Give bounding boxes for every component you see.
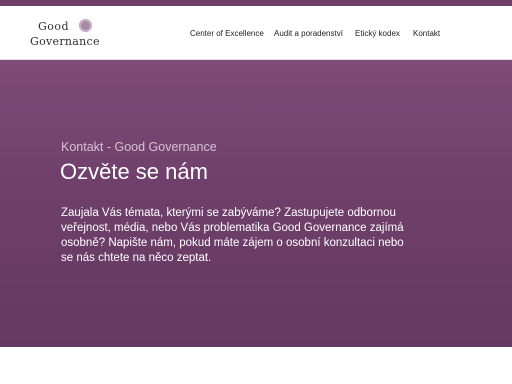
nav-item-audit[interactable]: Audit a poradenství <box>274 29 343 38</box>
logo-seal-icon <box>79 19 92 32</box>
logo-text-good: Good <box>38 20 70 33</box>
intro-line: veřejnost, média, nebo Vás problematika … <box>61 222 404 234</box>
intro-paragraph: Zaujala Vás témata, kterými se zabýváme?… <box>61 206 411 266</box>
site-header: Good Governance Center of Excellence Aud… <box>0 6 512 60</box>
nav-item-kontakt[interactable]: Kontakt <box>413 29 440 38</box>
nav-item-eticky-kodex[interactable]: Etický kodex <box>355 29 400 38</box>
breadcrumb: Kontakt - Good Governance <box>61 140 217 154</box>
logo-text-governance: Governance <box>30 35 100 48</box>
intro-line: Zaujala Vás témata, kterými se zabýváme?… <box>61 207 396 219</box>
intro-line: osobně? Napište nám, pokud máte zájem o … <box>61 237 404 249</box>
nav-item-center-of-excellence[interactable]: Center of Excellence <box>190 29 264 38</box>
content-area-below-hero <box>0 347 512 384</box>
intro-line: se nás chtete na něco zeptat. <box>61 252 212 264</box>
hero-section: Kontakt - Good Governance Ozvěte se nám … <box>0 60 512 347</box>
site-logo[interactable]: Good Governance <box>30 18 110 52</box>
page-title: Ozvěte se nám <box>60 159 208 184</box>
